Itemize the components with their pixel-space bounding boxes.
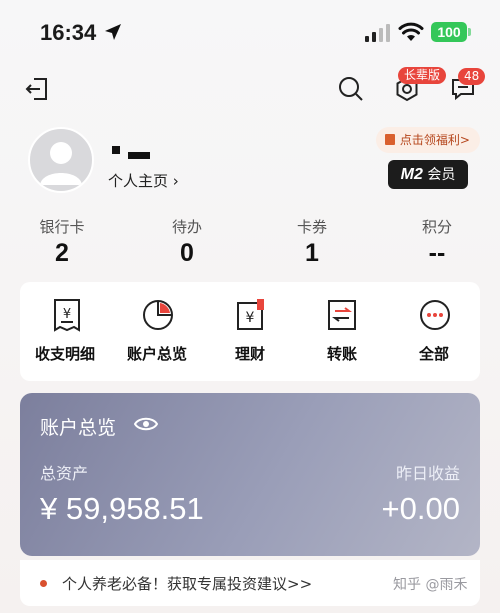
- yesterday-earnings-value: +0.00: [381, 491, 460, 526]
- stat-label-points[interactable]: 积分: [397, 216, 477, 237]
- stat-value-coupons[interactable]: 1: [272, 239, 352, 268]
- claim-welfare-button[interactable]: 点击领福利>: [376, 127, 480, 153]
- status-time: 16:34: [40, 20, 97, 45]
- member-label: 会员: [427, 167, 456, 183]
- eye-visibility-icon[interactable]: [134, 415, 158, 433]
- tip-dot-icon: [40, 580, 47, 587]
- member-logo: M2: [400, 166, 423, 183]
- action-account-overview[interactable]: 账户总览: [112, 343, 202, 364]
- member-badge[interactable]: M2 会员: [388, 160, 468, 189]
- receipt-icon[interactable]: ¥: [52, 298, 82, 332]
- action-income-expense[interactable]: 收支明细: [20, 343, 110, 364]
- action-wealth[interactable]: 理财: [205, 343, 295, 364]
- pie-chart-icon[interactable]: [141, 298, 175, 332]
- personal-homepage-link[interactable]: 个人主页 ›: [108, 170, 179, 191]
- avatar[interactable]: [28, 127, 94, 193]
- gift-book-icon: [385, 134, 395, 145]
- total-assets-value: ¥ 59,958.51: [40, 491, 204, 526]
- message-count-badge: 48: [458, 68, 486, 85]
- battery-indicator: 100: [431, 22, 471, 42]
- total-assets-label: 总资产: [40, 464, 89, 483]
- asset-overview-card[interactable]: 账户总览 总资产 昨日收益 ¥ 59,958.51 +0.00: [20, 393, 480, 556]
- default-avatar-icon: [40, 142, 82, 185]
- action-transfer[interactable]: 转账: [297, 343, 387, 364]
- stat-value-bank-cards[interactable]: 2: [22, 239, 102, 268]
- watermark: 知乎 @雨禾: [393, 577, 468, 593]
- stat-label-todo[interactable]: 待办: [147, 216, 227, 237]
- svg-text:¥: ¥: [63, 307, 71, 322]
- more-icon[interactable]: [418, 298, 452, 332]
- elder-mode-badge[interactable]: 长辈版: [398, 67, 447, 84]
- transfer-icon[interactable]: [326, 298, 358, 332]
- action-all[interactable]: 全部: [389, 343, 479, 364]
- logout-icon[interactable]: [24, 76, 50, 102]
- asset-card-title: 账户总览: [40, 417, 117, 439]
- welfare-label: 点击领福利>: [399, 133, 470, 147]
- wealth-icon[interactable]: ¥: [235, 298, 267, 332]
- tip-text: 个人养老必备！获取专属投资建议>>: [62, 575, 313, 593]
- wifi-icon: [398, 22, 424, 41]
- stat-label-bank-cards[interactable]: 银行卡: [22, 216, 102, 237]
- cellular-signal-icon: [365, 24, 391, 42]
- stat-value-points[interactable]: --: [397, 239, 477, 268]
- status-bar: 16:34 100: [0, 0, 500, 62]
- yesterday-earnings-label: 昨日收益: [395, 464, 460, 483]
- stat-value-todo[interactable]: 0: [147, 239, 227, 268]
- search-icon[interactable]: [337, 75, 365, 103]
- location-arrow-icon: [105, 24, 121, 40]
- stat-label-coupons[interactable]: 卡券: [272, 216, 352, 237]
- svg-text:¥: ¥: [246, 310, 255, 326]
